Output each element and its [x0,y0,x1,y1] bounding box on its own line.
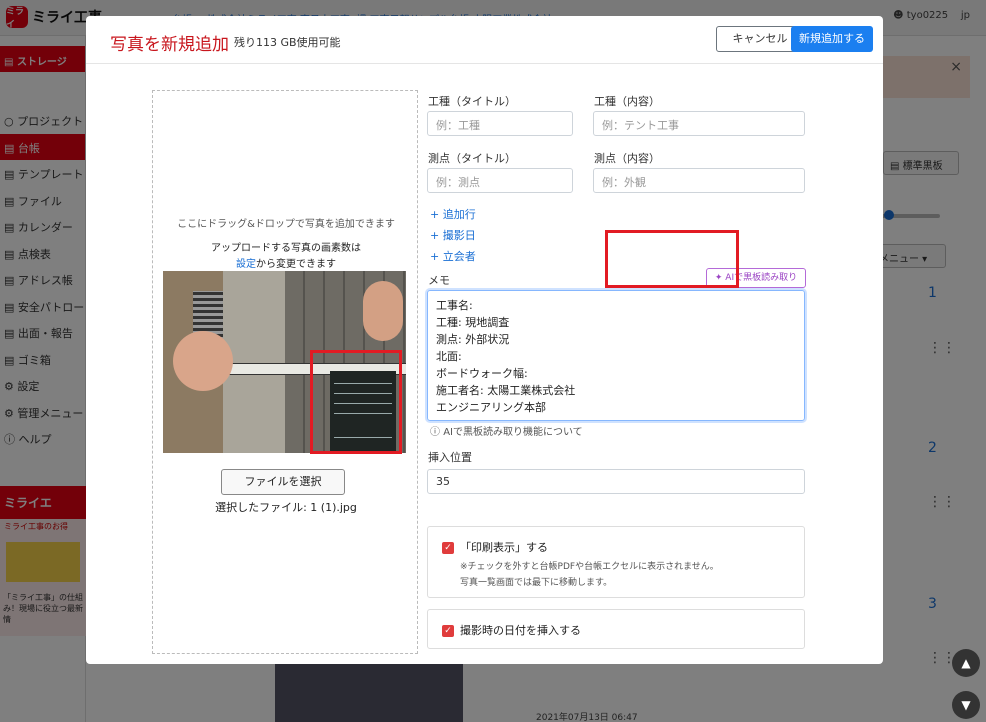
print-note: ※チェックを外すと台帳PDFや台帳エクセルに表示されません。 [460,562,719,572]
selected-file-text: 選択したファイル: 1 (1).jpg [215,501,357,514]
memo-line: 工種: 現地調査 [436,316,510,329]
point-title-input[interactable]: 例：測点 [427,168,573,193]
question-icon: ⓘ [430,427,444,438]
resolution-line: アップロードする写真の画素数は [211,243,361,254]
print-display-checkbox-row[interactable]: ✓ 「印刷表示」する [442,539,790,555]
insert-date-checkbox-row[interactable]: ✓ 撮影時の日付を挿入する [442,622,790,638]
memo-label: メモ [428,274,450,287]
scroll-up-icon[interactable]: ▲ [952,649,980,677]
add-photo-modal: 写真を新規追加 残り113 GB使用可能 キャンセル 新規追加する ここにドラッ… [86,16,883,664]
memo-line: ボードウォーク幅: [436,367,528,380]
add-witness-link[interactable]: + 立会者 [430,248,476,264]
work-title-input[interactable]: 例：工種 [427,111,573,136]
choose-file-button[interactable]: ファイルを選択 [221,469,345,495]
annotation-highlight-blackboard [310,350,402,454]
drop-message: ここにドラッグ&ドロップで写真を追加できます [177,219,395,230]
checkbox-checked-icon[interactable]: ✓ [442,625,454,637]
resolution-line: から変更できます [256,259,336,270]
insert-date-card: ✓ 撮影時の日付を挿入する [427,609,805,649]
memo-line: 北面: [436,350,462,363]
photo-hand [173,331,233,391]
work-content-input[interactable]: 例：テント工事 [593,111,805,136]
photo-hand [363,281,403,341]
work-content-label: 工種（内容） [594,95,660,108]
checkbox-checked-icon[interactable]: ✓ [442,542,454,554]
memo-line: 工事名: [436,299,473,312]
insert-position-label: 挿入位置 [428,451,472,464]
insert-date-label: 撮影時の日付を挿入する [460,624,581,637]
storage-remaining: 残り113 GB使用可能 [234,36,341,49]
ai-help-label: AIで黒板読み取り機能について [443,427,583,438]
memo-line: 測点: 外部状況 [436,333,510,346]
memo-line: エンジニアリング本部 [436,401,546,414]
point-title-label: 測点（タイトル） [428,152,516,165]
submit-button[interactable]: 新規追加する [791,26,873,52]
modal-header: 写真を新規追加 残り113 GB使用可能 キャンセル 新規追加する [86,16,883,64]
work-title-label: 工種（タイトル） [428,95,516,108]
annotation-highlight-ai-button [605,230,739,288]
ai-help-link[interactable]: ⓘ AIで黒板読み取り機能について [430,423,583,438]
print-display-card: ✓ 「印刷表示」する ※チェックを外すと台帳PDFや台帳エクセルに表示されません。… [427,526,805,598]
memo-textarea[interactable]: 工事名: 工種: 現地調査 測点: 外部状況 北面: ボードウォーク幅: 施工者… [427,290,805,421]
add-row-link[interactable]: + 追加行 [430,206,476,222]
resolution-message: アップロードする写真の画素数は 設定から変更できます [153,241,419,273]
print-display-label: 「印刷表示」する [460,541,548,554]
scroll-down-icon[interactable]: ▼ [952,691,980,719]
point-content-input[interactable]: 例：外観 [593,168,805,193]
add-shoot-date-link[interactable]: + 撮影日 [430,227,476,243]
insert-position-input[interactable]: 35 [427,469,805,494]
point-content-label: 測点（内容） [594,152,660,165]
modal-title: 写真を新規追加 [110,35,229,55]
memo-line: 施工者名: 太陽工業株式会社 [436,384,576,397]
settings-link[interactable]: 設定 [236,259,256,270]
print-note: 写真一覧画面では最下に移動します。 [460,578,613,588]
